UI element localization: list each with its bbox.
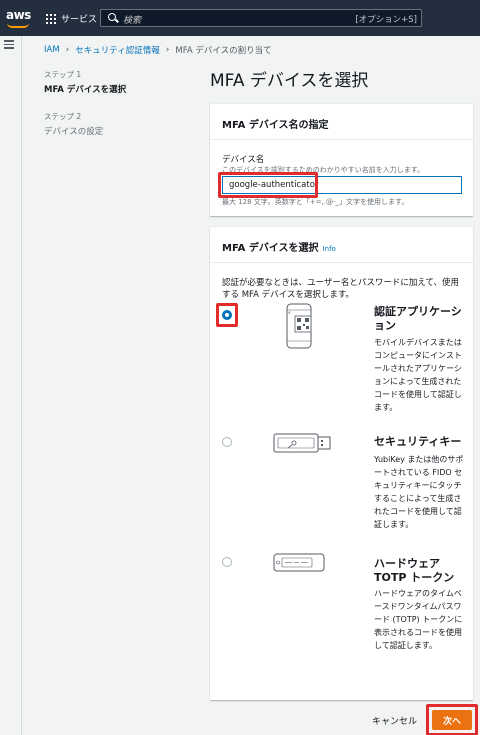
wizard-steps: ステップ 1 MFA デバイスを選択 ステップ 2 デバイスの設定 [44, 69, 194, 153]
top-navigation-bar: aws サービス 検索 [オプション+S] [0, 0, 480, 36]
breadcrumb-security-credentials-link[interactable]: セキュリティ認証情報 [75, 44, 160, 56]
hardware-totp-title: ハードウェア TOTP トークン [374, 557, 455, 584]
highlight-box [216, 303, 238, 327]
search-placeholder: 検索 [123, 16, 142, 26]
step-1: ステップ 1 MFA デバイスを選択 [44, 69, 194, 95]
device-name-hint: 最大 128 文字。英数字と「+=,.@-_」文字を使用します。 [222, 198, 409, 206]
side-navigation-rail [0, 36, 22, 735]
security-key-description: YubiKey または他のサポートされている FIDO セキュリティキーにタッチ… [374, 455, 464, 529]
mfa-device-card-heading: MFA デバイスを選択 Info [210, 227, 473, 263]
device-name-card: MFA デバイス名の指定 デバイス名 このデバイスを識別するためのわかりやすい名… [210, 103, 473, 216]
info-link[interactable]: Info [323, 245, 336, 253]
radio-security-key[interactable] [222, 437, 232, 447]
option-hardware-totp[interactable]: ハードウェア TOTP トークン ハードウェアのタイムベースドワンタイムパスワー… [210, 553, 473, 687]
step-2: ステップ 2 デバイスの設定 [44, 111, 194, 137]
option-authenticator-app[interactable]: 認証アプリケーション モバイルデバイスまたはコンピュータにインストールされたアプ… [210, 303, 473, 435]
step-2-title: デバイスの設定 [44, 127, 104, 137]
breadcrumb-iam-link[interactable]: IAM [44, 45, 60, 55]
aws-logo[interactable]: aws [6, 8, 31, 22]
radio-hardware-totp[interactable] [222, 557, 232, 567]
hamburger-menu-icon[interactable] [4, 40, 14, 51]
authenticator-app-title: 認証アプリケーション [374, 305, 462, 332]
search-icon [108, 13, 116, 21]
next-button[interactable]: 次へ [432, 710, 472, 730]
security-key-title: セキュリティキー [374, 435, 462, 448]
search-shortcut-hint: [オプション+S] [355, 15, 417, 25]
step-1-number: ステップ 1 [44, 70, 82, 79]
services-label: サービス [61, 15, 98, 25]
usb-key-icon [273, 433, 331, 453]
chevron-right-icon: › [65, 45, 70, 55]
device-name-label: デバイス名 [222, 155, 265, 165]
hardware-token-icon [273, 553, 325, 572]
mfa-device-card-title: MFA デバイスを選択 [222, 243, 319, 254]
step-1-title: MFA デバイスを選択 [44, 85, 127, 95]
option-security-key[interactable]: セキュリティキー YubiKey または他のサポートされている FIDO セキュ… [210, 433, 473, 555]
search-input[interactable]: 検索 [オプション+S] [100, 9, 422, 27]
highlight-box [218, 172, 318, 198]
step-2-number: ステップ 2 [44, 112, 82, 121]
phone-qr-icon [286, 303, 312, 349]
breadcrumb-current-page: MFA デバイスの割り当て [175, 46, 272, 56]
cancel-button[interactable]: キャンセル [372, 714, 417, 727]
device-name-card-heading: MFA デバイス名の指定 [210, 104, 473, 140]
aws-logo-smile [7, 23, 29, 28]
hardware-totp-description: ハードウェアのタイムベースドワンタイムパスワード (TOTP) トークンに表示さ… [374, 589, 463, 650]
breadcrumb: IAM › セキュリティ認証情報 › MFA デバイスの割り当て [44, 44, 272, 56]
services-menu-button[interactable]: サービス [46, 12, 97, 25]
chevron-right-icon: › [165, 45, 170, 55]
page-title: MFA デバイスを選択 [210, 71, 369, 91]
grid-icon [46, 13, 56, 24]
authenticator-app-description: モバイルデバイスまたはコンピュータにインストールされたアプリケーションによって生… [374, 338, 462, 412]
mfa-device-intro: 認証が必要なときは、ユーザー名とパスワードに加えて、使用する MFA デバイスを… [222, 278, 459, 300]
mfa-device-select-card: MFA デバイスを選択 Info 認証が必要なときは、ユーザー名とパスワードに加え… [210, 226, 473, 700]
